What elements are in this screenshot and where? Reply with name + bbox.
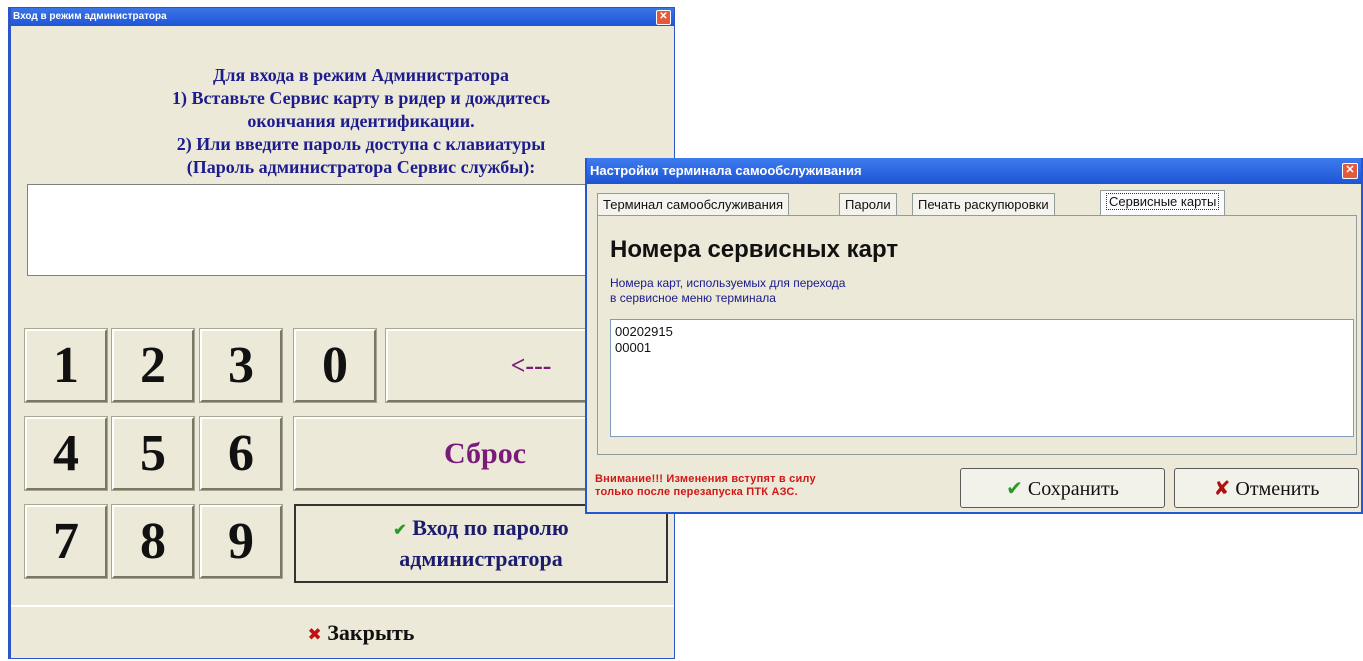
instruction-line: окончания идентификации. bbox=[247, 111, 475, 131]
tab-banknote-print[interactable]: Печать раскупюровки bbox=[912, 193, 1055, 215]
close-button-label: Закрыть bbox=[327, 620, 415, 645]
key-9-button[interactable]: 9 bbox=[199, 504, 283, 579]
check-icon: ✔ bbox=[393, 522, 407, 539]
cancel-button[interactable]: ✘ Отменить bbox=[1174, 468, 1359, 508]
key-0-button[interactable]: 0 bbox=[293, 328, 377, 403]
save-button[interactable]: ✔ Сохранить bbox=[960, 468, 1165, 508]
description-line: в сервисное меню терминала bbox=[610, 291, 776, 305]
tab-service-cards[interactable]: Сервисные карты bbox=[1100, 190, 1226, 215]
key-2-button[interactable]: 2 bbox=[111, 328, 195, 403]
login-button-label-line1: Вход по паролю bbox=[412, 515, 569, 540]
key-8-button[interactable]: 8 bbox=[111, 504, 195, 579]
card-number-line: 00202915 bbox=[615, 324, 673, 339]
tab-self-service-terminal[interactable]: Терминал самообслуживания bbox=[597, 193, 790, 215]
card-numbers-textarea[interactable]: 00202915 00001 bbox=[610, 319, 1354, 437]
instruction-line: 2) Или введите пароль доступа с клавиату… bbox=[176, 134, 546, 154]
tab-service-cards-label: Сервисные карты bbox=[1106, 193, 1220, 210]
save-button-label: Сохранить bbox=[1027, 478, 1119, 500]
key-5-button[interactable]: 5 bbox=[111, 416, 195, 491]
tab-passwords[interactable]: Пароли bbox=[839, 193, 897, 215]
restart-warning: Внимание!!! Изменения вступят в силу тол… bbox=[595, 473, 816, 499]
instruction-line: Для входа в режим Администратора bbox=[213, 65, 509, 85]
admin-window-titlebar[interactable]: Вход в режим администратора ✕ bbox=[11, 8, 674, 26]
password-input[interactable] bbox=[27, 184, 667, 276]
settings-window-title: Настройки терминала самообслуживания bbox=[590, 163, 862, 178]
close-icon[interactable]: ✕ bbox=[656, 10, 671, 25]
check-icon: ✔ bbox=[1006, 476, 1023, 500]
admin-window-title: Вход в режим администратора bbox=[13, 11, 167, 22]
cancel-button-label: Отменить bbox=[1235, 478, 1320, 500]
login-instructions: Для входа в режим Администратора 1) Вста… bbox=[11, 64, 674, 179]
panel-heading: Номера сервисных карт bbox=[610, 236, 899, 263]
close-icon[interactable]: ✕ bbox=[1342, 163, 1358, 179]
warning-line: только после перезапуска ПТК АЗС. bbox=[595, 486, 798, 498]
instruction-line: 1) Вставьте Сервис карту в ридер и дожди… bbox=[171, 88, 551, 108]
description-line: Номера карт, используемых для перехода bbox=[610, 276, 846, 290]
key-3-button[interactable]: 3 bbox=[199, 328, 283, 403]
settings-window-titlebar[interactable]: Настройки терминала самообслуживания ✕ bbox=[587, 158, 1361, 184]
admin-password-login-button[interactable]: ✔ Вход по паролю администратора bbox=[294, 504, 668, 583]
warning-line: Внимание!!! Изменения вступят в силу bbox=[595, 473, 816, 485]
admin-login-window: Вход в режим администратора ✕ Для входа … bbox=[8, 7, 675, 659]
panel-description: Номера карт, используемых для перехода в… bbox=[610, 276, 845, 306]
key-4-button[interactable]: 4 bbox=[24, 416, 108, 491]
card-number-line: 00001 bbox=[615, 340, 652, 355]
key-7-button[interactable]: 7 bbox=[24, 504, 108, 579]
terminal-settings-window: Настройки терминала самообслуживания ✕ Т… bbox=[585, 158, 1363, 514]
login-button-label-line2: администратора bbox=[399, 546, 563, 571]
service-cards-panel: Номера сервисных карт Номера карт, испол… bbox=[597, 215, 1357, 455]
x-icon: ✘ bbox=[1213, 476, 1231, 500]
instruction-line: (Пароль администратора Сервис службы): bbox=[186, 157, 536, 177]
close-button[interactable]: ✖ Закрыть bbox=[11, 605, 674, 658]
x-icon: ✖ bbox=[307, 625, 322, 645]
key-1-button[interactable]: 1 bbox=[24, 328, 108, 403]
key-6-button[interactable]: 6 bbox=[199, 416, 283, 491]
